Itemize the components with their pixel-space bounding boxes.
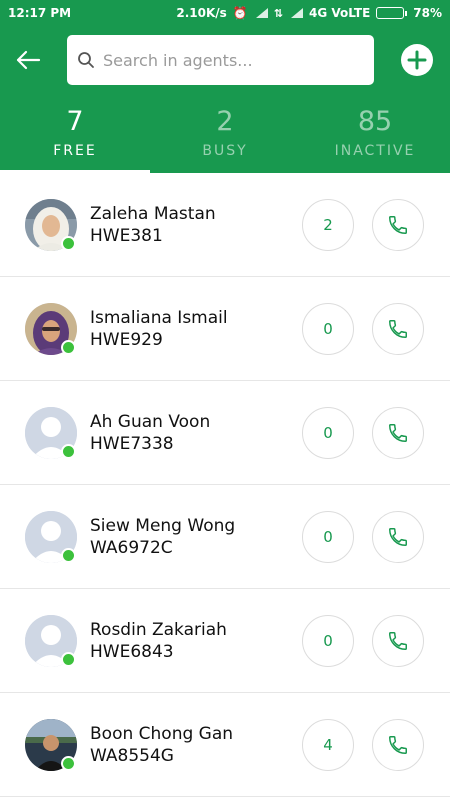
call-button[interactable] xyxy=(372,511,424,563)
search-box[interactable] xyxy=(67,35,374,85)
app-header: 12:17 PM 2.10K/s ⏰ ⇅ 4G VoLTE 78% Search… xyxy=(0,0,450,173)
online-status-dot xyxy=(61,340,76,355)
tab-free-label: FREE xyxy=(53,143,97,159)
agent-name: Ismaliana Ismail xyxy=(90,308,228,328)
tab-free[interactable]: 7 FREE xyxy=(0,100,150,173)
agent-name: Rosdin Zakariah xyxy=(90,620,227,640)
agent-code: HWE381 xyxy=(90,226,163,246)
search-icon xyxy=(78,52,94,68)
network-type: 4G VoLTE xyxy=(308,6,371,20)
call-button[interactable] xyxy=(372,303,424,355)
signal-icon xyxy=(254,8,268,18)
agent-row[interactable]: Boon Chong Gan WA8554G 4 xyxy=(0,693,450,797)
tab-inactive-count: 85 xyxy=(357,106,393,137)
phone-icon xyxy=(389,424,407,442)
agent-row[interactable]: Ah Guan Voon HWE7338 0 xyxy=(0,381,450,485)
agent-row[interactable]: Zaleha Mastan HWE381 2 xyxy=(0,173,450,277)
agent-code: HWE929 xyxy=(90,330,163,350)
tab-busy-label: BUSY xyxy=(202,143,248,159)
search-input[interactable] xyxy=(103,50,353,70)
call-button[interactable] xyxy=(372,407,424,459)
agent-name: Boon Chong Gan xyxy=(90,724,234,744)
phone-icon xyxy=(389,320,407,338)
task-count-button[interactable]: 4 xyxy=(302,719,354,771)
task-count-button[interactable]: 0 xyxy=(302,511,354,563)
agent-row[interactable]: Ismaliana Ismail HWE929 0 xyxy=(0,277,450,381)
plus-icon xyxy=(407,50,427,70)
online-status-dot xyxy=(61,652,76,667)
tab-inactive[interactable]: 85 INACTIVE xyxy=(300,100,450,173)
agent-list: Zaleha Mastan HWE381 2 Ismaliana Ismail … xyxy=(0,173,450,797)
phone-icon xyxy=(389,216,407,234)
agent-code: HWE7338 xyxy=(90,434,174,454)
call-button[interactable] xyxy=(372,719,424,771)
status-bar: 12:17 PM 2.10K/s ⏰ ⇅ 4G VoLTE 78% xyxy=(0,0,450,26)
task-count-button[interactable]: 0 xyxy=(302,303,354,355)
agent-code: WA8554G xyxy=(90,746,174,766)
call-button[interactable] xyxy=(372,615,424,667)
task-count-button[interactable]: 0 xyxy=(302,615,354,667)
agent-row[interactable]: Siew Meng Wong WA6972C 0 xyxy=(0,485,450,589)
agent-row[interactable]: Rosdin Zakariah HWE6843 0 xyxy=(0,589,450,693)
agent-name: Siew Meng Wong xyxy=(90,516,236,536)
online-status-dot xyxy=(61,548,76,563)
agent-code: HWE6843 xyxy=(90,642,174,662)
tab-busy-count: 2 xyxy=(216,106,234,137)
status-time: 12:17 PM xyxy=(8,6,72,20)
arrow-left-icon xyxy=(16,50,41,70)
battery-icon xyxy=(376,7,408,19)
phone-icon xyxy=(389,736,407,754)
battery-percent: 78% xyxy=(413,6,442,20)
task-count-button[interactable]: 0 xyxy=(302,407,354,459)
agent-name: Ah Guan Voon xyxy=(90,412,211,432)
online-status-dot xyxy=(61,444,76,459)
toolbar xyxy=(0,35,450,85)
network-speed: 2.10K/s xyxy=(176,6,227,20)
status-indicators: 2.10K/s ⏰ ⇅ 4G VoLTE 78% xyxy=(176,6,442,20)
task-count-button[interactable]: 2 xyxy=(302,199,354,251)
alarm-icon: ⏰ xyxy=(232,6,248,20)
agent-name: Zaleha Mastan xyxy=(90,204,216,224)
agent-code: WA6972C xyxy=(90,538,173,558)
status-tabs: 7 FREE 2 BUSY 85 INACTIVE xyxy=(0,100,450,173)
call-button[interactable] xyxy=(372,199,424,251)
tab-free-count: 7 xyxy=(66,106,84,137)
data-transfer-icon: ⇅ xyxy=(273,6,283,20)
signal-icon-2 xyxy=(289,8,303,18)
tab-busy[interactable]: 2 BUSY xyxy=(150,100,300,173)
online-status-dot xyxy=(61,756,76,771)
phone-icon xyxy=(389,632,407,650)
tab-inactive-label: INACTIVE xyxy=(334,143,416,159)
online-status-dot xyxy=(61,236,76,251)
phone-icon xyxy=(389,528,407,546)
add-agent-button[interactable] xyxy=(401,44,433,76)
back-button[interactable] xyxy=(14,46,42,74)
